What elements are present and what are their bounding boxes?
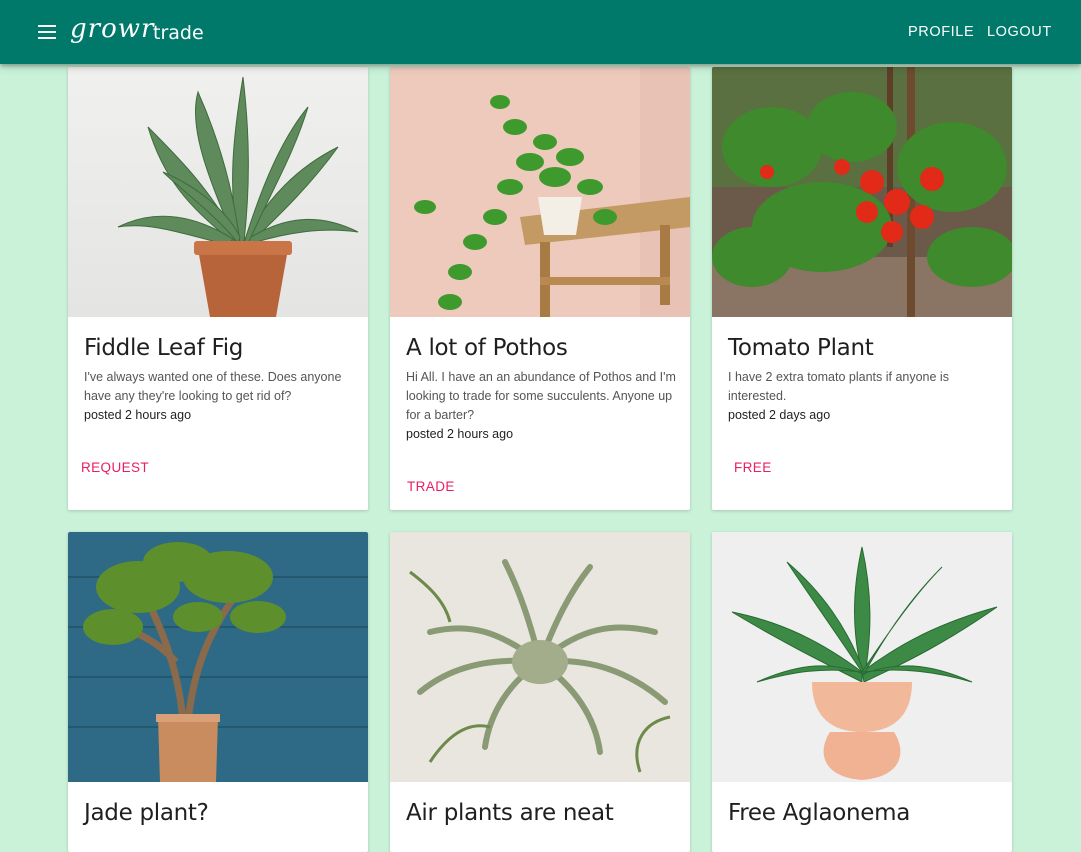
logout-link[interactable]: LOGOUT xyxy=(987,24,1052,40)
listing-posted-time: posted 2 hours ago xyxy=(84,408,192,422)
listing-image xyxy=(390,67,690,317)
listing-card[interactable]: A lot of Pothos Hi All. I have an an abu… xyxy=(390,67,690,510)
listing-card[interactable]: Jade plant? xyxy=(68,532,368,852)
listing-image xyxy=(712,67,1012,317)
listing-title: Fiddle Leaf Fig xyxy=(84,335,244,361)
listing-card[interactable]: Air plants are neat xyxy=(390,532,690,852)
listing-card[interactable]: Fiddle Leaf Fig I've always wanted one o… xyxy=(68,67,368,510)
listing-description: I have 2 extra tomato plants if anyone i… xyxy=(728,370,949,403)
listing-posted-time: posted 2 days ago xyxy=(728,408,831,422)
listing-image xyxy=(712,532,1012,782)
listing-image xyxy=(68,532,368,782)
listing-card[interactable]: Free Aglaonema xyxy=(712,532,1012,852)
trade-button[interactable]: TRADE xyxy=(407,479,455,494)
listing-title: Free Aglaonema xyxy=(728,800,911,826)
listing-image xyxy=(390,532,690,782)
listing-description: I've always wanted one of these. Does an… xyxy=(84,370,342,403)
logo-script[interactable]: growr xyxy=(70,14,154,44)
free-button[interactable]: FREE xyxy=(734,460,772,475)
request-button[interactable]: REQUEST xyxy=(81,460,149,475)
profile-link[interactable]: PROFILE xyxy=(908,24,974,40)
listing-title: Tomato Plant xyxy=(728,335,874,361)
listing-card[interactable]: Tomato Plant I have 2 extra tomato plant… xyxy=(712,67,1012,510)
listing-image xyxy=(68,67,368,317)
listing-posted-time: posted 2 hours ago xyxy=(406,427,514,441)
listing-title: Air plants are neat xyxy=(406,800,614,826)
listing-description: Hi All. I have an an abundance of Pothos… xyxy=(406,370,676,422)
listing-title: Jade plant? xyxy=(84,800,209,826)
app-bar: growr trade PROFILE LOGOUT xyxy=(0,0,1081,64)
menu-icon[interactable] xyxy=(36,22,58,42)
listing-title: A lot of Pothos xyxy=(406,335,568,361)
logo-word[interactable]: trade xyxy=(153,22,204,44)
